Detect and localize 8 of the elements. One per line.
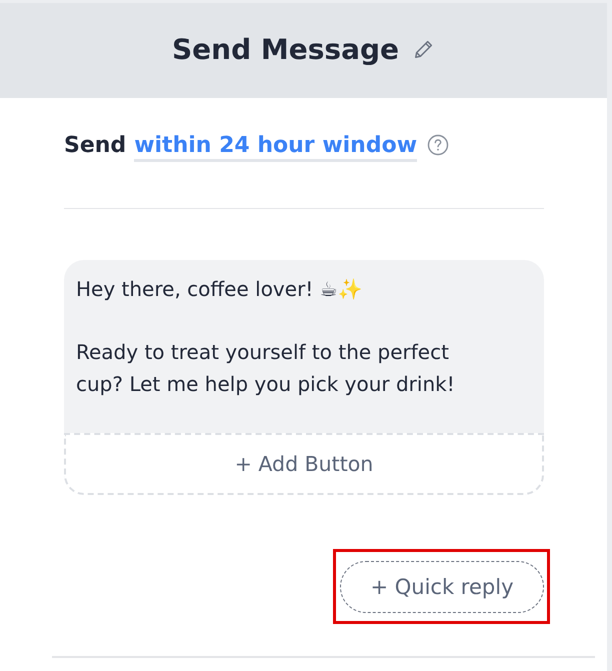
quick-reply-button[interactable]: + Quick reply (340, 560, 544, 613)
message-text[interactable]: Hey there, coffee lover! ☕✨ Ready to treat yourself to the perfect cup? Let me help you pick your drink! (64, 260, 544, 433)
add-button[interactable]: + Add Button (64, 432, 544, 495)
help-icon[interactable] (427, 134, 450, 156)
edit-icon[interactable] (413, 38, 435, 60)
panel-title: Send Message (172, 32, 399, 66)
send-window-link[interactable]: within 24 hour window (134, 132, 418, 162)
send-label: Send (64, 132, 126, 158)
